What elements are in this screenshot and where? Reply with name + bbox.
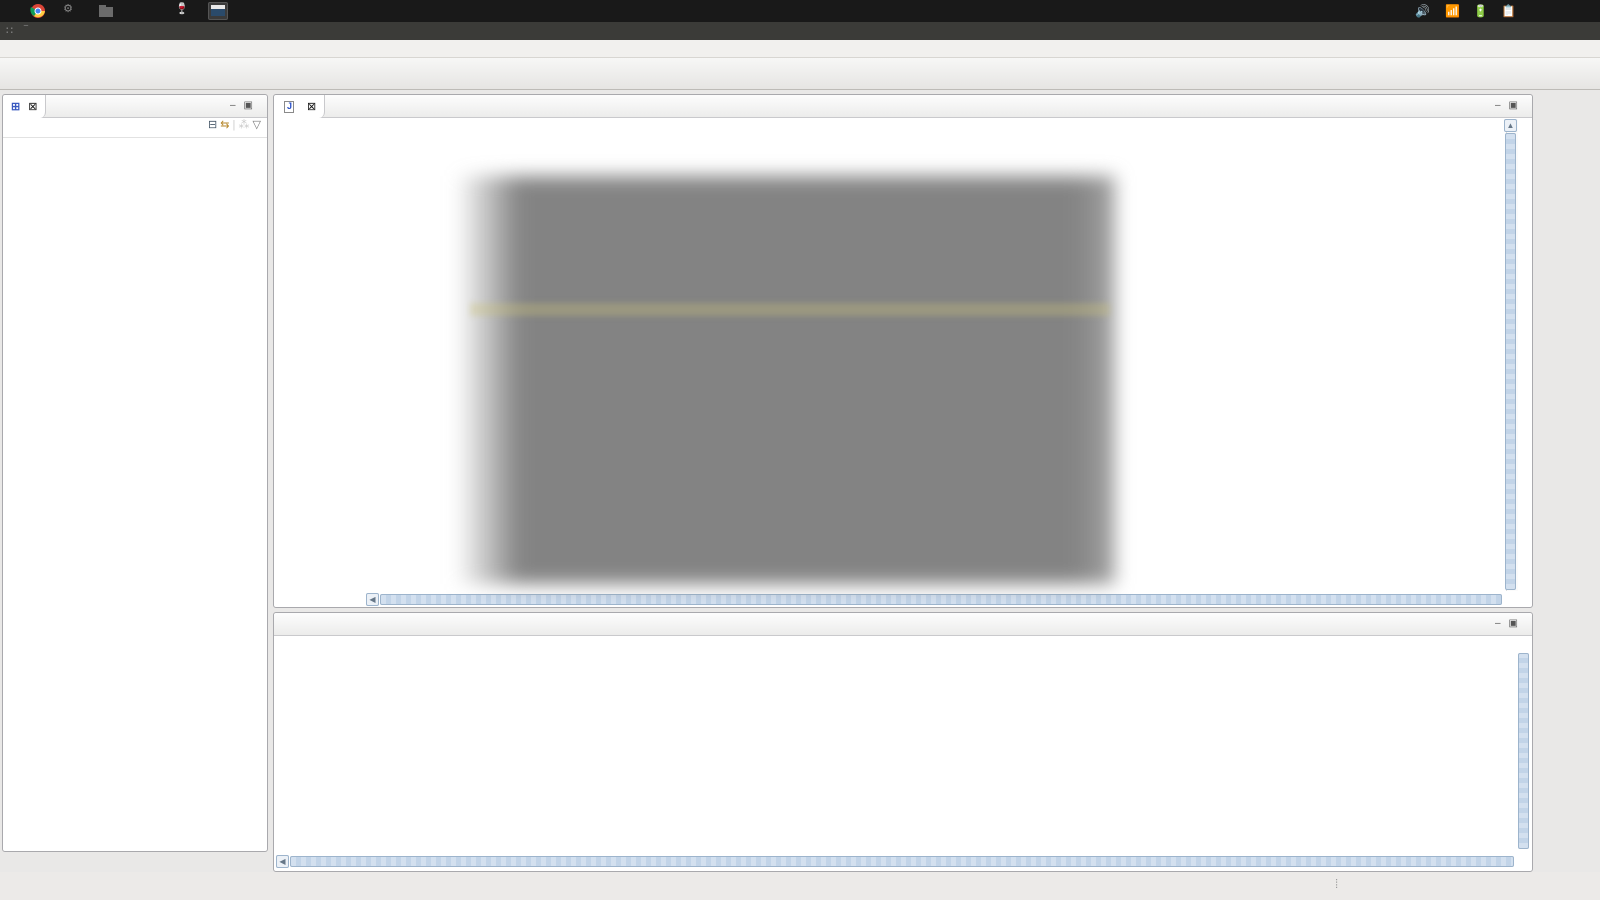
volume-icon[interactable]: 🔊 [1415, 4, 1430, 18]
transparent-stage-overlay [455, 176, 1115, 584]
close-icon[interactable]: ⊠ [28, 100, 37, 113]
clipboard-icon[interactable]: 📋 [1501, 4, 1516, 18]
editor-tabbar: ⊠ –▣ [274, 95, 1532, 118]
files-icon[interactable] [96, 2, 116, 20]
battery-icon[interactable]: 🔋 [1473, 4, 1488, 18]
java-file-icon [284, 100, 294, 113]
statusbar-handle: ⁞ [1335, 879, 1339, 891]
tab-package-explorer[interactable]: ⊞ ⊠ [3, 95, 47, 118]
editor-vscrollbar[interactable] [1505, 133, 1516, 590]
window-menu-icon[interactable]: ∷ [6, 25, 13, 37]
console-tabbar [274, 613, 1532, 636]
collapse-all-icon[interactable]: ⊟ [208, 119, 217, 131]
package-explorer-icon: ⊞ [11, 101, 21, 113]
scroll-up-arrow[interactable]: ▲ [1504, 119, 1517, 132]
network-icon[interactable]: 📶 [1445, 4, 1460, 18]
project-tree [3, 138, 267, 142]
link-editor-icon[interactable]: ⇆ [220, 119, 229, 131]
package-explorer-toolbar: ⊟ ⇆ | ⁂ ▽ [3, 118, 267, 138]
view-menu-icon[interactable]: ▽ [253, 119, 261, 131]
console-hscrollbar[interactable] [290, 856, 1514, 867]
window-titlebar[interactable]: ∷ ‾ [0, 22, 1600, 40]
console-minmax-controls[interactable]: –▣ [1495, 618, 1526, 629]
close-icon[interactable]: ⊠ [307, 100, 316, 113]
console-vscrollbar[interactable] [1518, 653, 1529, 849]
highlight-line-glow [470, 303, 1110, 316]
chrome-icon[interactable] [28, 2, 48, 20]
desktop-taskbar: ⚙ 🍷 🔊 📶 🔋 📋 [0, 0, 1600, 22]
editor-hscrollbar[interactable] [380, 594, 1502, 605]
terminal-icon[interactable] [208, 2, 228, 20]
statusbar: ⁞ [0, 872, 1600, 900]
main-toolbar: 🗖 [0, 58, 1600, 140]
gimp-icon[interactable]: ⚙ [58, 2, 78, 20]
editor-minmax-controls[interactable]: –▣ [1495, 100, 1526, 111]
package-explorer-panel: ⊞ ⊠ –▣ ⊟ ⇆ | ⁂ ▽ [2, 94, 268, 852]
package-explorer-tabbar: ⊞ ⊠ –▣ [3, 95, 267, 118]
wine-icon[interactable]: 🍷 [172, 2, 192, 20]
panel-minmax-controls[interactable]: –▣ [230, 100, 261, 111]
console-panel: –▣ ◀ [273, 612, 1533, 872]
focus-icon[interactable]: ⁂ [238, 119, 249, 131]
shade-icon[interactable]: ‾ [24, 25, 28, 37]
tab-app-java[interactable]: ⊠ [274, 95, 326, 118]
console-scroll-left-arrow[interactable]: ◀ [276, 855, 289, 868]
scroll-left-arrow[interactable]: ◀ [366, 593, 379, 606]
menubar [0, 40, 1600, 58]
